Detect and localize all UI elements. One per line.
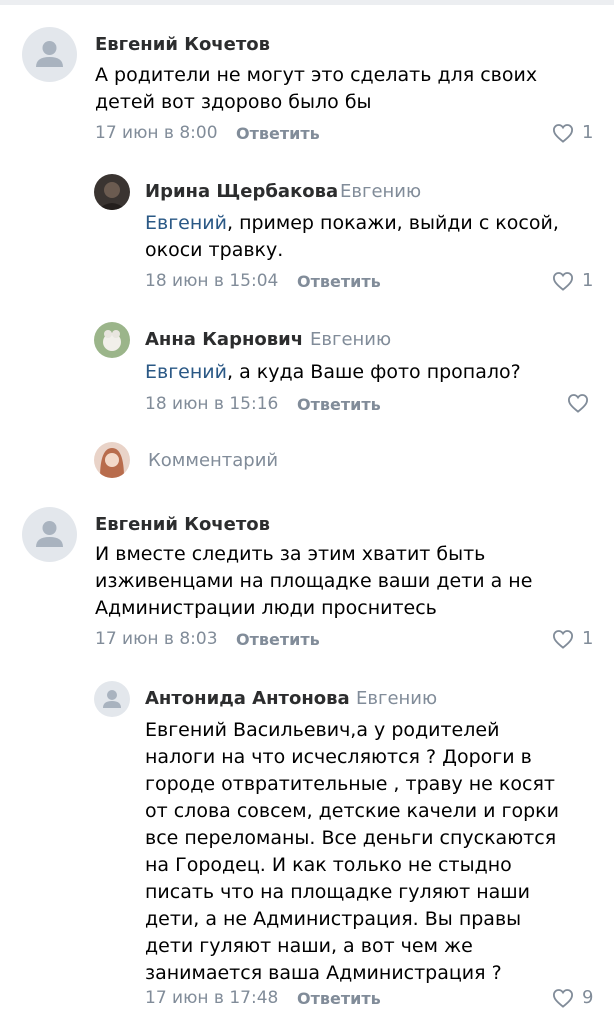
user-placeholder-icon — [36, 41, 63, 67]
user-placeholder-icon — [103, 690, 121, 708]
comment-author[interactable]: Евгений Кочетов — [95, 514, 270, 535]
heart-icon — [552, 123, 574, 143]
comment-text: Евгений, пример покажи, выйди с косой, о… — [145, 210, 575, 264]
avatar[interactable] — [94, 174, 130, 210]
my-avatar — [94, 442, 130, 478]
like-count: 1 — [582, 628, 594, 649]
avatar[interactable] — [22, 507, 77, 562]
comment-text: Евгений, а куда Ваше фото пропало? — [145, 359, 575, 386]
like-button[interactable]: 9 — [552, 987, 593, 1008]
comment-author[interactable]: Анна Карнович — [145, 329, 303, 350]
comment-date[interactable]: 17 июн в 17:48 — [145, 988, 278, 1008]
heart-icon — [567, 394, 589, 413]
reply-to-label[interactable]: Евгению — [356, 688, 437, 709]
user-placeholder-icon — [36, 521, 63, 547]
comment-text: А родители не могут это сделать для свои… — [95, 64, 538, 113]
mention-link[interactable]: Евгений — [145, 361, 227, 383]
like-button[interactable]: 1 — [552, 122, 593, 143]
heart-icon — [552, 271, 574, 291]
comment-date[interactable]: 17 июн в 8:03 — [95, 629, 218, 649]
avatar[interactable] — [94, 322, 130, 358]
reply-to-label[interactable]: Евгению — [340, 181, 421, 202]
user-photo-icon — [94, 442, 130, 478]
reply-button[interactable]: Ответить — [297, 989, 381, 1008]
reply-button[interactable]: Ответить — [297, 272, 381, 291]
comment-author[interactable]: Антонида Антонова — [145, 688, 350, 709]
like-count: 1 — [582, 270, 594, 291]
comment-input[interactable]: Комментарий — [148, 450, 278, 471]
mention-link[interactable]: Евгений — [145, 212, 227, 234]
comment-text: И вместе следить за этим хватит быть изж… — [95, 543, 533, 619]
comment-date[interactable]: 18 июн в 15:04 — [145, 271, 278, 291]
top-divider — [0, 0, 614, 5]
like-button[interactable]: 1 — [552, 270, 593, 291]
like-count: 1 — [582, 122, 594, 143]
reply-button[interactable]: Ответить — [236, 124, 320, 143]
avatar[interactable] — [94, 681, 130, 717]
like-button[interactable] — [567, 393, 589, 413]
heart-icon — [552, 988, 574, 1008]
comment-author[interactable]: Ирина Щербакова — [145, 181, 338, 202]
heart-icon — [552, 629, 574, 649]
comment-author[interactable]: Евгений Кочетов — [95, 34, 270, 55]
avatar[interactable] — [22, 27, 77, 82]
comment-date[interactable]: 18 июн в 15:16 — [145, 394, 278, 414]
reply-button[interactable]: Ответить — [297, 395, 381, 414]
comment-date[interactable]: 17 июн в 8:00 — [95, 123, 218, 143]
like-button[interactable]: 1 — [552, 628, 593, 649]
reply-to-label[interactable]: Евгению — [310, 329, 391, 350]
like-count: 9 — [582, 987, 594, 1008]
user-photo-icon — [94, 322, 130, 358]
comment-text: Евгений Васильевич,а у родителей налоги … — [145, 719, 559, 984]
user-photo-icon — [94, 174, 130, 210]
reply-button[interactable]: Ответить — [236, 630, 320, 649]
comment-body: , а куда Ваше фото пропало? — [227, 361, 521, 383]
